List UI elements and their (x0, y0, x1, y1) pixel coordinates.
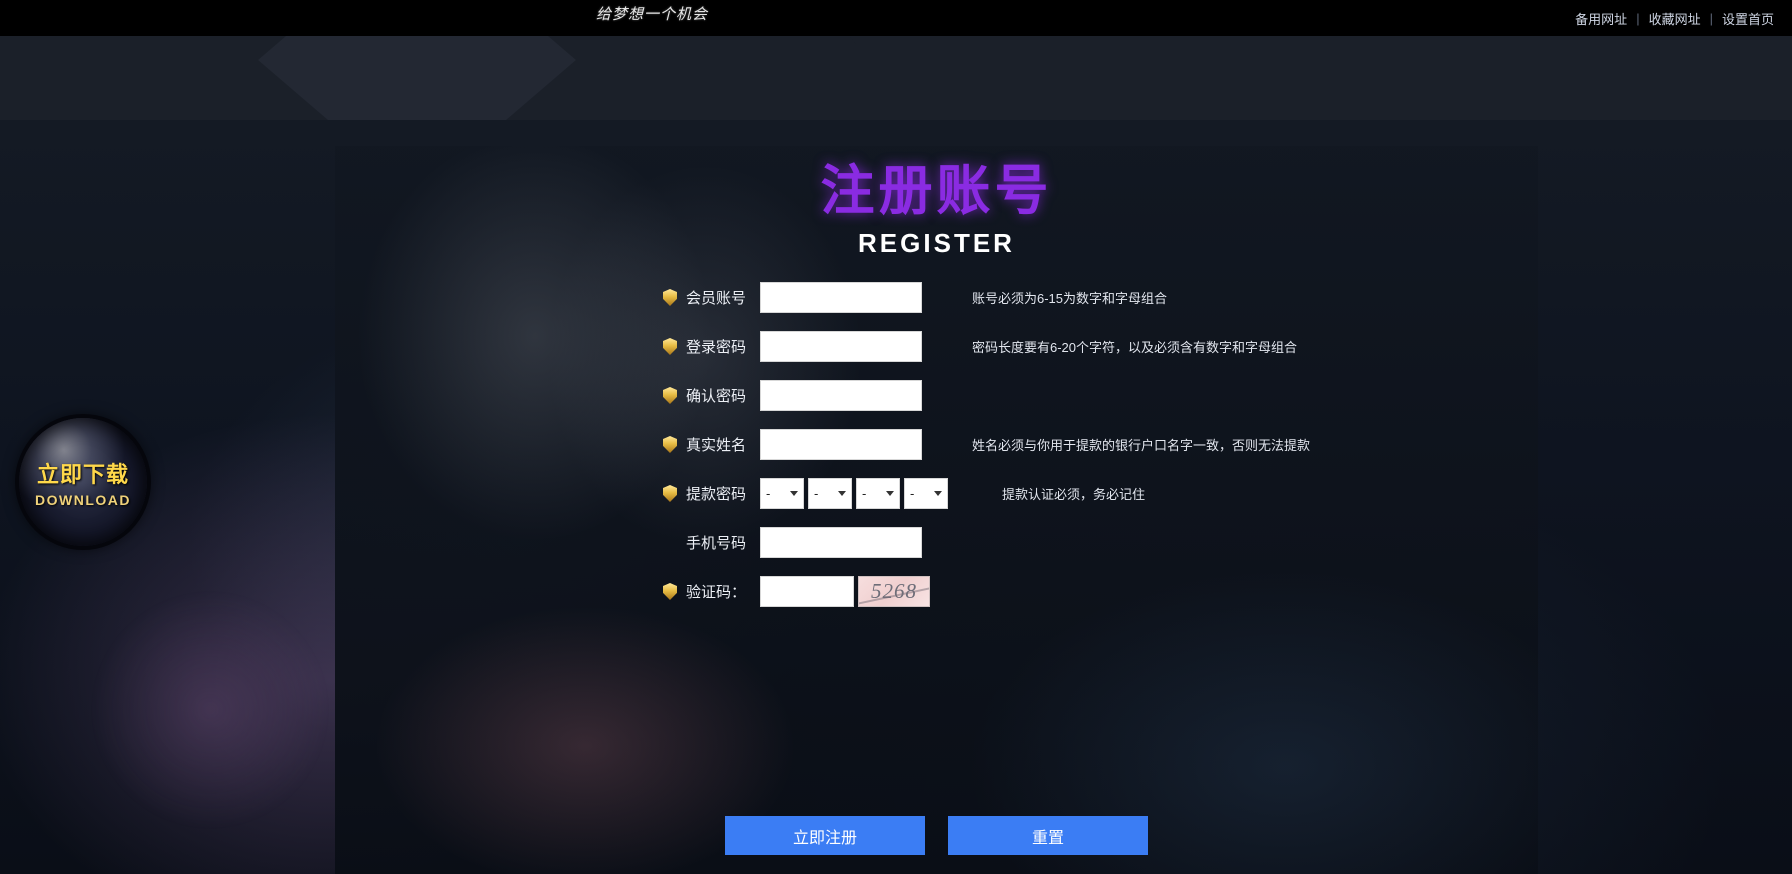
top-link-bookmark[interactable]: 收藏网址 (1649, 9, 1701, 28)
withdraw-select-2[interactable]: - (808, 478, 852, 509)
captcha-input[interactable] (760, 576, 854, 607)
chevron-down-icon (886, 491, 894, 496)
field-label: 提款密码 (685, 486, 746, 503)
form-row-phone: 手机号码 (335, 518, 1538, 567)
field-label: 登录密码 (685, 339, 746, 356)
input-cell (760, 527, 950, 558)
chevron-down-icon (790, 491, 798, 496)
label-cell: 手机号码 (335, 532, 760, 553)
shield-icon (662, 387, 677, 404)
background-artwork-secondary (40, 540, 380, 874)
label-cell: 验证码： (335, 581, 760, 602)
withdraw-select-1[interactable]: - (760, 478, 804, 509)
field-label: 真实姓名 (685, 437, 746, 454)
label-cell: 会员账号 (335, 287, 760, 308)
download-button[interactable]: 立即下载 DOWNLOAD (19, 418, 147, 546)
form-row-captcha: 验证码： 5268 (335, 567, 1538, 616)
download-label-cn: 立即下载 (36, 461, 129, 487)
input-cell (760, 429, 950, 460)
form-row-real-name: 真实姓名 姓名必须与你用于提款的银行户口名字一致，否则无法提款 (335, 420, 1538, 469)
form-actions: 立即注册 重置 (335, 816, 1538, 855)
top-link-set-homepage[interactable]: 设置首页 (1722, 9, 1774, 28)
withdraw-select-3[interactable]: - (856, 478, 900, 509)
phone-input[interactable] (760, 527, 922, 558)
field-label: 会员账号 (685, 290, 746, 307)
page-title: 注册账号 (820, 159, 1053, 222)
download-label-en: DOWNLOAD (35, 491, 131, 508)
field-hint: 提款认证必须，务必记住 (1002, 487, 1146, 502)
input-cell (760, 380, 950, 411)
chevron-down-icon (934, 491, 942, 496)
shield-icon (662, 436, 677, 453)
top-link-backup-url[interactable]: 备用网址 (1575, 9, 1627, 28)
register-title: 注册账号 REGISTER (335, 164, 1538, 259)
select-value: - (862, 486, 867, 501)
field-label: 手机号码 (685, 535, 746, 552)
shield-icon (662, 289, 677, 306)
password-input[interactable] (760, 331, 922, 362)
shield-icon (662, 485, 677, 502)
username-input[interactable] (760, 282, 922, 313)
field-hint: 密码长度要有6-20个字符，以及必须含有数字和字母组合 (972, 340, 1298, 355)
register-form: 会员账号 账号必须为6-15为数字和字母组合 登录密码 密码长度要有6-20个字… (335, 273, 1538, 616)
select-value: - (910, 486, 915, 501)
page-subtitle: REGISTER (858, 228, 1015, 258)
top-link-separator-2: | (1709, 11, 1713, 26)
real-name-input[interactable] (760, 429, 922, 460)
input-cell: 5268 (760, 576, 950, 607)
top-bar: 给梦想一个机会 备用网址 | 收藏网址 | 设置首页 (0, 0, 1792, 36)
field-label: 验证码： (685, 584, 746, 601)
label-cell: 确认密码 (335, 385, 760, 406)
register-panel: 注册账号 REGISTER 会员账号 账号必须为6-15为数字和字母组合 登录密… (335, 146, 1538, 874)
shield-icon (662, 583, 677, 600)
site-tagline: 给梦想一个机会 (596, 7, 709, 23)
site-header (0, 0, 1792, 120)
submit-register-button[interactable]: 立即注册 (725, 816, 925, 855)
field-hint: 账号必须为6-15为数字和字母组合 (972, 291, 1168, 306)
withdraw-select-4[interactable]: - (904, 478, 948, 509)
field-hint: 姓名必须与你用于提款的银行户口名字一致，否则无法提款 (972, 438, 1311, 453)
confirm-password-input[interactable] (760, 380, 922, 411)
field-label: 确认密码 (685, 388, 746, 405)
form-row-confirm-password: 确认密码 (335, 371, 1538, 420)
input-cell (760, 331, 950, 362)
input-cell: - - - - (760, 478, 960, 509)
shield-icon (662, 338, 677, 355)
label-cell: 真实姓名 (335, 434, 760, 455)
captcha-image[interactable]: 5268 (858, 576, 930, 607)
form-row-withdraw-password: 提款密码 - - - - 提款认证必须，务必记住 (335, 469, 1538, 518)
label-cell: 提款密码 (335, 483, 760, 504)
select-value: - (766, 486, 771, 501)
chevron-down-icon (838, 491, 846, 496)
form-row-username: 会员账号 账号必须为6-15为数字和字母组合 (335, 273, 1538, 322)
reset-button[interactable]: 重置 (948, 816, 1148, 855)
input-cell (760, 282, 950, 313)
label-cell: 登录密码 (335, 336, 760, 357)
select-value: - (814, 486, 819, 501)
top-link-separator-1: | (1636, 11, 1640, 26)
withdraw-password-selects: - - - - (760, 478, 948, 509)
top-links: 备用网址 | 收藏网址 | 设置首页 (1575, 9, 1774, 28)
form-row-password: 登录密码 密码长度要有6-20个字符，以及必须含有数字和字母组合 (335, 322, 1538, 371)
